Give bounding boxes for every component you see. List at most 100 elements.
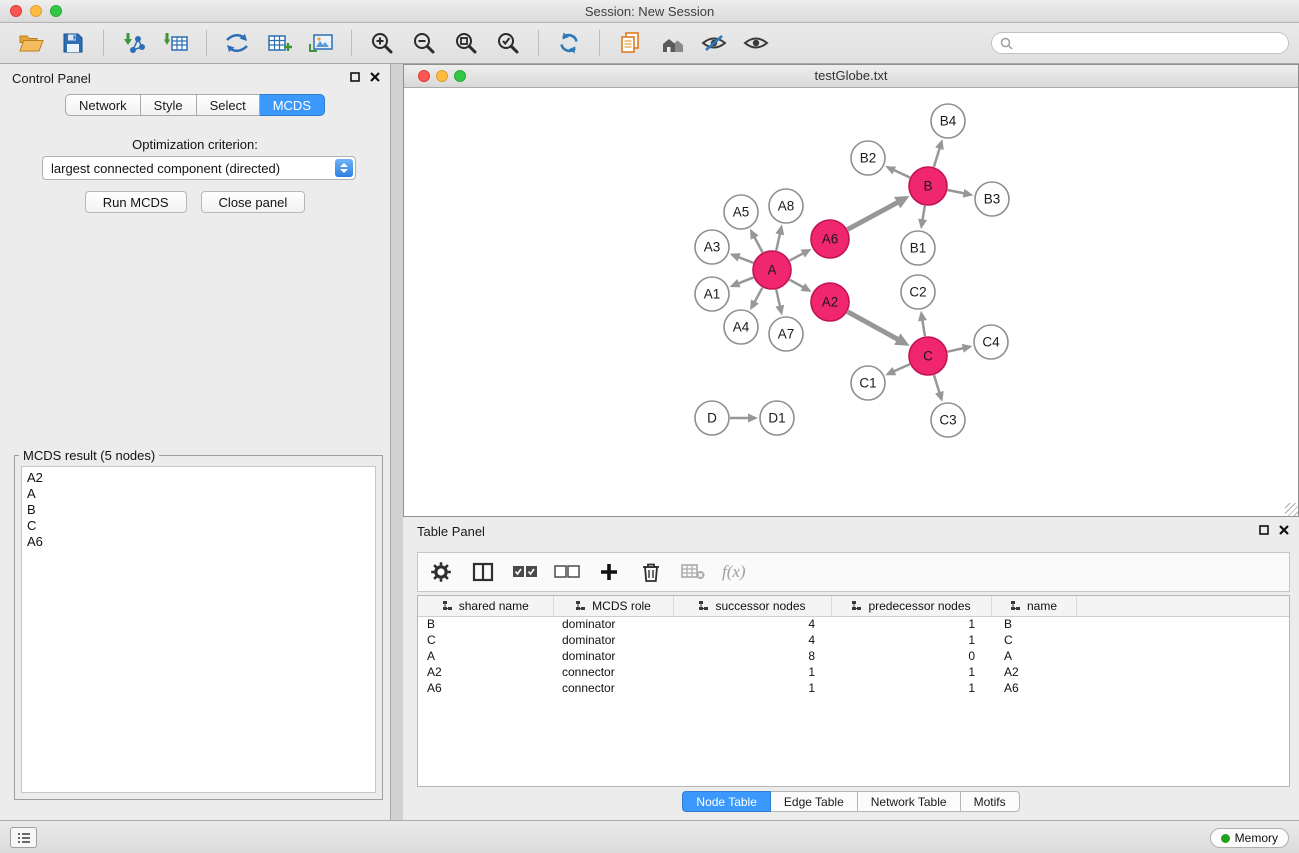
resize-grip[interactable] [1285,503,1298,516]
graph-edge-A-A1[interactable] [737,277,753,284]
function-builder-button[interactable]: f(x) [722,558,746,586]
graph-edge-B-B1[interactable] [922,206,925,222]
search-box[interactable] [991,32,1289,54]
zoom-selected-button[interactable] [487,26,529,60]
network-close-button[interactable] [418,70,430,82]
new-table-button[interactable] [258,26,300,60]
graph-node-B4[interactable]: B4 [931,104,965,138]
new-network-button[interactable] [216,26,258,60]
table-row[interactable]: Bdominator41B [418,616,1289,632]
graph-edge-A-A2[interactable] [790,280,805,288]
network-window-titlebar[interactable]: testGlobe.txt [404,65,1298,88]
home-button[interactable] [651,26,693,60]
result-item[interactable]: A6 [27,534,370,550]
tab-motifs[interactable]: Motifs [961,791,1020,812]
graph-edge-B-B3[interactable] [948,190,966,194]
graph-edge-A-A7[interactable] [776,290,780,308]
graph-edge-A-A4[interactable] [754,288,763,304]
graph-node-B[interactable]: B [909,167,947,205]
close-panel-icon[interactable] [370,72,380,82]
close-panel-button[interactable]: Close panel [201,191,306,213]
node-table[interactable]: shared name MCDS role [417,595,1290,787]
deselect-all-button[interactable] [554,558,580,586]
float-panel-icon[interactable] [350,72,360,82]
graph-node-A6[interactable]: A6 [811,220,849,258]
graph-edge-B-B4[interactable] [934,147,940,167]
tab-network[interactable]: Network [65,94,141,116]
delete-table-button[interactable] [680,558,706,586]
column-header-successor-nodes[interactable]: successor nodes [673,596,831,616]
network-graph[interactable]: B4B2BB3A8A5A6B1A3AC2A1A2A4A7C4CC1C3DD1 [404,88,1298,516]
run-mcds-button[interactable]: Run MCDS [85,191,187,213]
graph-edge-B-B2[interactable] [892,169,909,177]
memory-button[interactable]: Memory [1210,828,1289,848]
import-table-button[interactable] [155,26,197,60]
column-header-predecessor-nodes[interactable]: predecessor nodes [831,596,991,616]
tab-mcds[interactable]: MCDS [260,94,325,116]
float-table-panel-icon[interactable] [1259,525,1269,535]
table-row[interactable]: Adominator80A [418,648,1289,664]
search-input[interactable] [1018,36,1280,50]
graph-edge-A-A5[interactable] [754,236,763,253]
graph-node-A3[interactable]: A3 [695,230,729,264]
graph-node-C[interactable]: C [909,337,947,375]
graph-edge-C-C2[interactable] [922,319,925,337]
graph-node-B1[interactable]: B1 [901,231,935,265]
graph-node-B3[interactable]: B3 [975,182,1009,216]
graph-edge-A-A8[interactable] [776,232,780,250]
tab-style[interactable]: Style [141,94,197,116]
table-settings-button[interactable] [428,558,454,586]
graph-node-D1[interactable]: D1 [760,401,794,435]
network-minimize-button[interactable] [436,70,448,82]
delete-column-button[interactable] [638,558,664,586]
graph-node-D[interactable]: D [695,401,729,435]
graph-node-A7[interactable]: A7 [769,317,803,351]
tab-network-table[interactable]: Network Table [858,791,961,812]
import-network-button[interactable] [113,26,155,60]
session-docs-button[interactable] [609,26,651,60]
graph-edge-A-A6[interactable] [790,253,805,261]
hide-details-button[interactable] [693,26,735,60]
graph-node-A[interactable]: A [753,251,791,289]
network-zoom-button[interactable] [454,70,466,82]
graph-node-B2[interactable]: B2 [851,141,885,175]
result-item[interactable]: A [27,486,370,502]
graph-edge-A-A3[interactable] [737,257,753,263]
graph-node-C3[interactable]: C3 [931,403,965,437]
graph-edge-A2-C[interactable] [848,312,900,340]
select-all-button[interactable] [512,558,538,586]
result-item[interactable]: B [27,502,370,518]
column-header-shared-name[interactable]: shared name [418,596,553,616]
graph-node-A8[interactable]: A8 [769,189,803,223]
export-image-button[interactable] [300,26,342,60]
column-header-name[interactable]: name [991,596,1076,616]
graph-node-C2[interactable]: C2 [901,275,935,309]
graph-edge-C-C3[interactable] [934,375,940,394]
column-header-mcds-role[interactable]: MCDS role [553,596,673,616]
tab-select[interactable]: Select [197,94,260,116]
save-session-button[interactable] [52,26,94,60]
tab-node-table[interactable]: Node Table [682,791,771,812]
zoom-out-button[interactable] [403,26,445,60]
result-item[interactable]: C [27,518,370,534]
network-canvas[interactable]: B4B2BB3A8A5A6B1A3AC2A1A2A4A7C4CC1C3DD1 [404,88,1298,516]
graph-node-C4[interactable]: C4 [974,325,1008,359]
table-row[interactable]: A6connector11A6 [418,680,1289,696]
open-file-button[interactable] [10,26,52,60]
graph-edge-C-C4[interactable] [948,348,965,352]
optimization-criterion-select[interactable]: largest connected component (directed) [42,156,356,180]
zoom-fit-button[interactable] [445,26,487,60]
show-details-button[interactable] [735,26,777,60]
zoom-in-button[interactable] [361,26,403,60]
graph-node-A2[interactable]: A2 [811,283,849,321]
table-row[interactable]: Cdominator41C [418,632,1289,648]
result-item[interactable]: A2 [27,470,370,486]
apply-layout-button[interactable] [548,26,590,60]
table-row[interactable]: A2connector11A2 [418,664,1289,680]
graph-node-A4[interactable]: A4 [724,310,758,344]
graph-node-C1[interactable]: C1 [851,366,885,400]
mcds-result-list[interactable]: A2ABCA6 [21,466,376,793]
graph-node-A1[interactable]: A1 [695,277,729,311]
tab-edge-table[interactable]: Edge Table [771,791,858,812]
graph-edge-A6-B[interactable] [848,202,899,230]
